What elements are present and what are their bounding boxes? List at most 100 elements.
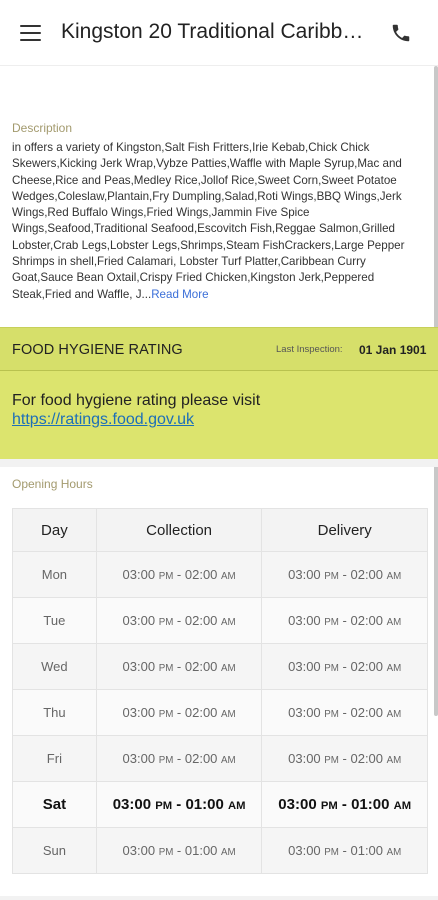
collection-start-ampm: PM: [158, 755, 174, 766]
table-row: Sat 03:00 PM - 01:00 AM 03:00 PM - 01:00 A…: [12, 781, 428, 828]
phone-icon[interactable]: [390, 22, 412, 44]
time-separator: -: [173, 751, 185, 766]
delivery-end-ampm: AM: [386, 571, 402, 582]
delivery-start-ampm: PM: [324, 663, 339, 674]
collection-start: 03:00: [122, 659, 156, 674]
table-row: Sun 03:00 PM - 01:00 AM 03:00 PM - 01:00 A…: [12, 827, 428, 874]
collection-start: 03:00: [122, 751, 156, 766]
time-separator: -: [337, 796, 352, 813]
delivery-hours-cell: 03:00 PM - 02:00 AM: [261, 735, 428, 782]
delivery-end: 02:00: [350, 613, 384, 628]
delivery-start-ampm: PM: [320, 800, 338, 812]
time-separator: -: [338, 751, 351, 766]
collection-end-ampm: AM: [221, 663, 236, 674]
day-cell: Mon: [12, 551, 97, 598]
delivery-start: 03:00: [288, 659, 321, 674]
table-header-row: Day Collection Delivery: [12, 508, 428, 552]
time-separator: -: [338, 843, 351, 858]
delivery-hours-cell: 03:00 PM - 02:00 AM: [261, 551, 428, 598]
description-text: in offers a variety of Kingston,Salt Fis…: [12, 140, 428, 303]
collection-end-ampm: AM: [221, 617, 236, 628]
read-more-link[interactable]: Read More: [151, 288, 208, 301]
delivery-hours-cell: 03:00 PM - 01:00 AM: [261, 827, 428, 874]
table-row: Tue 03:00 PM - 02:00 AM 03:00 PM - 02:00 A…: [12, 597, 428, 644]
day-cell: Tue: [12, 597, 97, 644]
collection-start-ampm: PM: [158, 847, 174, 858]
delivery-start: 03:00: [288, 613, 321, 628]
description-body: in offers a variety of Kingston,Salt Fis…: [12, 141, 405, 301]
delivery-hours-cell: 03:00 PM - 02:00 AM: [261, 689, 428, 736]
description-label: Description: [12, 121, 73, 135]
collection-start-ampm: PM: [158, 709, 174, 720]
last-inspection-date: 01 Jan 1901: [359, 342, 427, 357]
time-separator: -: [173, 843, 185, 858]
collection-end-ampm: AM: [221, 571, 236, 582]
hygiene-ratings-link[interactable]: https://ratings.food.gov.uk: [12, 411, 194, 429]
collection-hours-cell: 03:00 PM - 02:00 AM: [95, 551, 263, 598]
collection-end: 02:00: [184, 705, 218, 720]
day-column-header: Day: [12, 508, 97, 552]
collection-end-ampm: AM: [221, 709, 236, 720]
delivery-start-ampm: PM: [324, 847, 339, 858]
last-inspection-label: Last Inspection:: [276, 344, 343, 355]
delivery-start-ampm: PM: [324, 755, 339, 766]
time-separator: -: [173, 613, 185, 628]
collection-end: 01:00: [185, 796, 224, 813]
collection-end-ampm: AM: [228, 800, 246, 812]
delivery-end-ampm: AM: [386, 847, 402, 858]
delivery-hours-cell: 03:00 PM - 01:00 AM: [261, 781, 428, 828]
delivery-end-ampm: AM: [386, 617, 402, 628]
delivery-end: 01:00: [351, 796, 390, 813]
delivery-start-ampm: PM: [324, 617, 339, 628]
collection-end: 02:00: [184, 751, 218, 766]
delivery-start: 03:00: [288, 843, 321, 858]
opening-hours-table: Day Collection Delivery Mon 03:00 PM - 02…: [12, 508, 428, 874]
day-cell: Wed: [12, 643, 97, 690]
delivery-column-header: Delivery: [261, 508, 428, 552]
opening-hours-label: Opening Hours: [12, 477, 93, 491]
collection-column-header: Collection: [95, 508, 263, 552]
delivery-end-ampm: AM: [386, 663, 402, 674]
day-cell: Sat: [12, 781, 97, 828]
table-row: Fri 03:00 PM - 02:00 AM 03:00 PM - 02:00 A…: [12, 735, 428, 782]
delivery-end: 01:00: [350, 843, 384, 858]
time-separator: -: [338, 567, 351, 582]
table-row: Mon 03:00 PM - 02:00 AM 03:00 PM - 02:00 A…: [12, 551, 428, 598]
collection-start: 03:00: [112, 796, 152, 813]
day-cell: Thu: [12, 689, 97, 736]
delivery-start-ampm: PM: [324, 571, 339, 582]
collection-start-ampm: PM: [158, 663, 174, 674]
collection-end: 02:00: [184, 659, 218, 674]
collection-end: 02:00: [184, 567, 218, 582]
hygiene-header: FOOD HYGIENE RATING Last Inspection: 01 …: [0, 327, 438, 371]
hygiene-info: For food hygiene rating please visit htt…: [0, 371, 438, 459]
hygiene-title: FOOD HYGIENE RATING: [12, 342, 183, 358]
delivery-start: 03:00: [288, 751, 321, 766]
hamburger-menu-icon[interactable]: [20, 25, 41, 41]
collection-hours-cell: 03:00 PM - 02:00 AM: [95, 689, 263, 736]
section-divider: [0, 459, 438, 467]
collection-hours-cell: 03:00 PM - 02:00 AM: [95, 597, 263, 644]
delivery-end-ampm: AM: [386, 709, 402, 720]
collection-end-ampm: AM: [221, 847, 236, 858]
collection-end-ampm: AM: [221, 755, 236, 766]
time-separator: -: [338, 705, 351, 720]
delivery-end: 02:00: [350, 705, 384, 720]
delivery-end-ampm: AM: [386, 755, 402, 766]
delivery-hours-cell: 03:00 PM - 02:00 AM: [261, 597, 428, 644]
time-separator: -: [173, 659, 185, 674]
delivery-hours-cell: 03:00 PM - 02:00 AM: [261, 643, 428, 690]
delivery-start-ampm: PM: [324, 709, 339, 720]
collection-start: 03:00: [122, 567, 156, 582]
time-separator: -: [338, 659, 351, 674]
bottom-divider: [0, 896, 438, 900]
collection-start-ampm: PM: [158, 571, 174, 582]
collection-hours-cell: 03:00 PM - 01:00 AM: [95, 781, 263, 828]
collection-hours-cell: 03:00 PM - 02:00 AM: [95, 735, 263, 782]
hygiene-message: For food hygiene rating please visit: [12, 392, 261, 409]
time-separator: -: [172, 796, 186, 813]
table-row: Thu 03:00 PM - 02:00 AM 03:00 PM - 02:00 A…: [12, 689, 428, 736]
delivery-start: 03:00: [288, 567, 321, 582]
delivery-end-ampm: AM: [393, 800, 412, 812]
collection-start: 03:00: [122, 705, 156, 720]
